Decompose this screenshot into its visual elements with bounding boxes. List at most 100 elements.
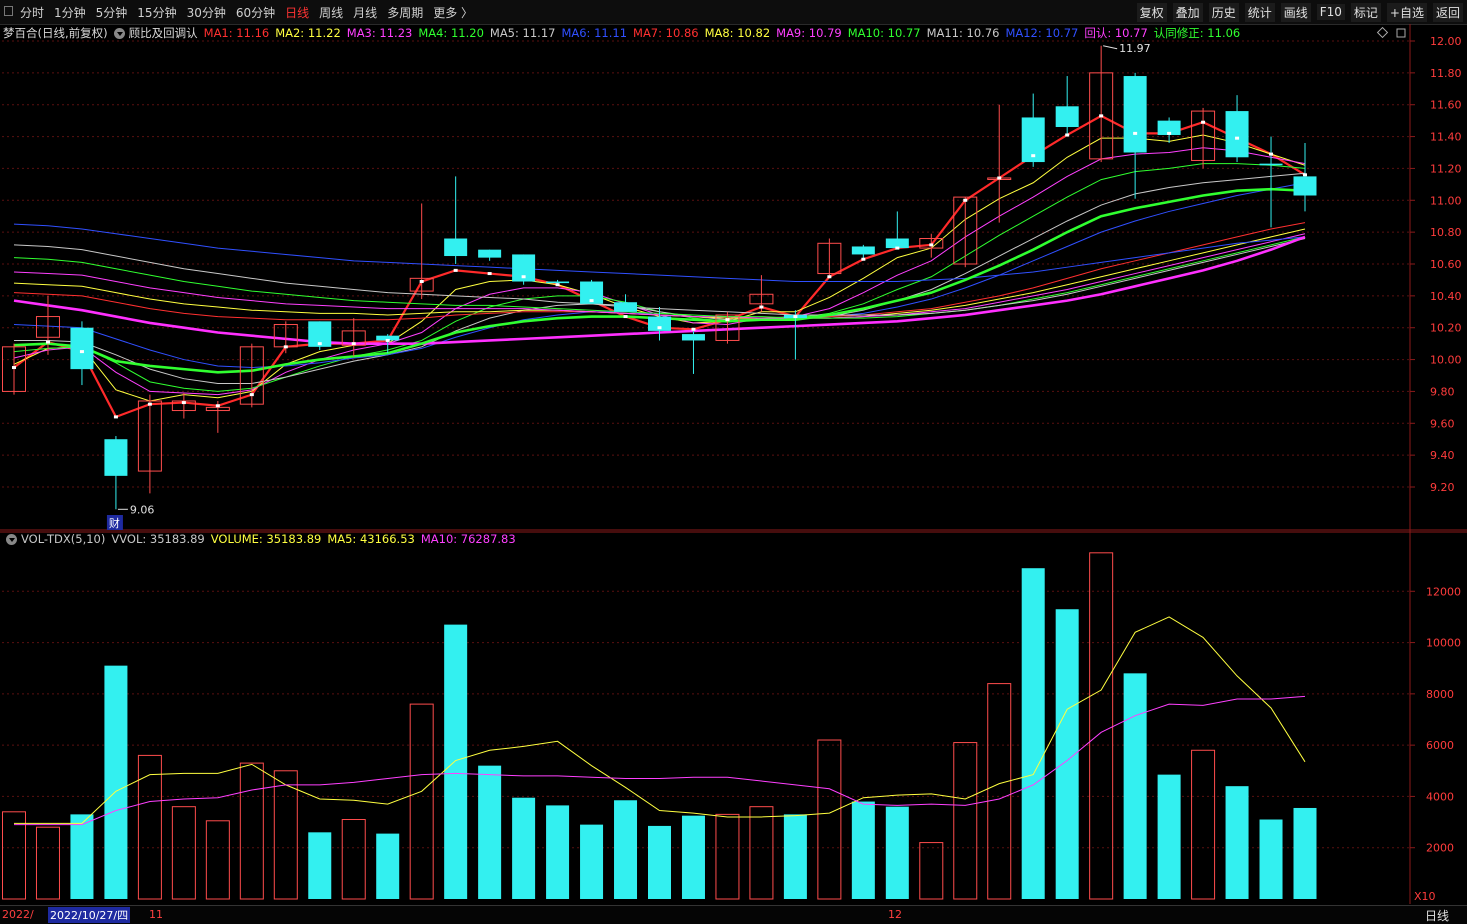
date-label-start: 2022/ <box>2 908 34 921</box>
ma1-point-marker <box>997 176 1002 180</box>
volume-bar <box>681 815 705 899</box>
ma1-point-marker <box>725 318 730 322</box>
candle-body <box>70 327 94 370</box>
volume-bar <box>341 819 366 900</box>
ma1-point-marker <box>895 246 900 250</box>
period-label: 日线 <box>1424 909 1449 923</box>
candle-body <box>1055 106 1079 128</box>
volume-bar <box>512 797 536 899</box>
candle-body <box>1123 76 1147 153</box>
ma1-point-marker <box>181 401 186 405</box>
kline-chart[interactable]: 9.20 9.40 9.60 9.80 10.00 10.20 10.40 10.60 10.8… <box>0 0 1467 904</box>
ma1-point-marker <box>1133 131 1138 135</box>
price-tick-label: 9.20 <box>1430 481 1455 494</box>
ma1-point-marker <box>453 268 458 272</box>
price-tick-label: 12.00 <box>1430 35 1462 48</box>
ma1-point-marker <box>827 275 832 279</box>
ma1-point-marker <box>759 305 764 309</box>
ma1-point-marker <box>1303 173 1307 177</box>
volume-bar <box>409 703 434 900</box>
ma1-point-marker <box>861 257 866 261</box>
ma1-point-marker <box>691 327 696 331</box>
price-tick-label: 10.40 <box>1430 290 1462 303</box>
price-tick-label: 9.40 <box>1430 449 1455 462</box>
candle-body <box>1225 111 1249 158</box>
ma1-point-marker <box>1099 114 1104 118</box>
candle-body <box>478 249 502 258</box>
volume-bar <box>70 814 94 899</box>
volume-bar <box>35 826 60 900</box>
high-price-label: 11.97 <box>1119 42 1151 55</box>
candle-body <box>546 281 570 284</box>
candle-body <box>614 302 638 312</box>
ma-line-MA3 <box>13 147 1306 396</box>
volume-bar <box>444 624 468 899</box>
square-icon <box>1396 28 1406 38</box>
volume-bar <box>580 824 604 899</box>
price-tick-label: 9.60 <box>1430 417 1455 430</box>
volume-tick-label: 8000 <box>1426 688 1454 701</box>
volume-bar <box>851 801 875 899</box>
ma1-point-marker <box>351 342 356 346</box>
time-axis-bar: 2022/ 2022/10/27/四 11 12 日线 <box>0 905 1467 924</box>
ma1-point-marker <box>487 272 492 276</box>
volume-bar <box>749 806 774 900</box>
ma1-point-marker <box>1269 152 1274 156</box>
price-tick-label: 9.80 <box>1430 385 1455 398</box>
high-price-arrow <box>1103 45 1118 50</box>
candle-body <box>1293 176 1317 196</box>
volume-bar <box>1259 819 1283 899</box>
ma1-point-marker <box>1235 136 1240 140</box>
volume-ma-line-MA10 <box>14 695 1306 826</box>
volume-bar <box>1191 749 1216 900</box>
volume-tick-label: 6000 <box>1426 739 1454 752</box>
candle-body <box>1259 163 1283 166</box>
volume-bar <box>546 805 570 899</box>
volume-bar <box>273 770 298 900</box>
ma-line-MA5 <box>14 172 1306 384</box>
candle-body <box>104 439 128 476</box>
ma1-point-marker <box>113 415 118 419</box>
ma1-point-marker <box>555 283 560 287</box>
volume-bar <box>1123 673 1147 899</box>
volume-bar <box>1089 552 1114 900</box>
volume-bar <box>1293 807 1317 899</box>
volume-bar <box>205 820 230 900</box>
ma-line-MA8 <box>13 228 1306 319</box>
ma1-point-marker <box>45 340 50 344</box>
volume-tick-label: 10000 <box>1426 637 1461 650</box>
volume-bar <box>885 806 909 899</box>
ma1-point-marker <box>12 366 16 370</box>
candle-body <box>444 238 468 257</box>
volume-bar <box>987 683 1012 900</box>
volume-bar <box>614 800 638 899</box>
ma1-point-marker <box>249 393 254 397</box>
price-tick-label: 11.00 <box>1430 194 1462 207</box>
volume-bar <box>783 814 807 899</box>
ma-line-MA2 <box>13 134 1306 402</box>
volume-bar <box>715 813 740 900</box>
ma1-point-marker <box>929 243 934 247</box>
volume-bar <box>478 765 502 899</box>
ma1-point-marker <box>657 326 662 330</box>
volume-bar <box>1157 774 1181 899</box>
volume-bar <box>919 842 944 900</box>
volume-bar <box>953 742 978 900</box>
volume-ma-line-MA5 <box>14 616 1306 824</box>
ma1-point-marker <box>1167 131 1172 135</box>
ma1-point-marker <box>521 275 526 279</box>
ma1-point-marker <box>963 198 968 202</box>
ma1-point-marker <box>215 404 220 408</box>
price-tick-label: 10.60 <box>1430 258 1462 271</box>
volume-bar <box>308 832 332 899</box>
volume-bar <box>648 825 671 899</box>
volume-bar <box>171 806 196 900</box>
volume-unit-label: X10 <box>1414 890 1436 903</box>
volume-bar <box>817 739 842 900</box>
ma1-point-marker <box>1065 133 1070 137</box>
volume-tick-label: 12000 <box>1426 585 1461 598</box>
price-tick-label: 11.20 <box>1430 162 1462 175</box>
ma-line-MA11 <box>13 238 1306 316</box>
volume-bar <box>239 762 264 900</box>
ma-line-MA7 <box>13 222 1306 321</box>
